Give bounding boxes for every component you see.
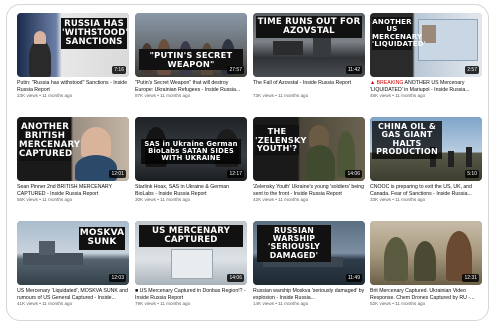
thumbnail-caption: TIME RUNS OUT FOR AZOVSTAL <box>256 16 362 39</box>
video-meta: 52K views • 11 months ago <box>370 301 426 306</box>
video-thumbnail[interactable]: RUSSIAN WARSHIP 'SERIOUSLY DAMAGED' 11:4… <box>253 221 365 285</box>
video-grid: RUSSIA HAS 'WITHSTOOD' SANCTIONS 7:16 Pu… <box>6 4 489 321</box>
video-title[interactable]: "Putin's Secret Weapon" that will destro… <box>135 80 247 93</box>
video-title[interactable]: Sean Pinner 2nd BRITISH MERCENARY CAPTUR… <box>17 184 129 197</box>
video-card[interactable]: RUSSIAN WARSHIP 'SERIOUSLY DAMAGED' 11:4… <box>253 221 365 307</box>
video-title[interactable]: ▲ BREAKING ANOTHER US Mercenary 'LIQUIDA… <box>370 80 482 93</box>
video-card[interactable]: SAS in Ukraine German BioLabs SATAN SIDE… <box>135 117 247 203</box>
thumbnail-caption: CHINA OIL & GAS GIANT HALTS PRODUCTION <box>372 121 442 159</box>
video-meta: 41K views • 11 months ago <box>17 301 73 306</box>
thumbnail-caption: SAS in Ukraine German BioLabs SATAN SIDE… <box>141 139 241 165</box>
video-card[interactable]: MOSKVA SUNK 12:03 US Mercenary 'Liquidat… <box>17 221 129 307</box>
video-title[interactable]: Brit Mercenary Captured. Ukrainian Video… <box>370 288 482 301</box>
video-card[interactable]: ANOTHER BRITISH MERCENARY CAPTURED 12:01… <box>17 117 129 203</box>
thumbnail-caption: THE 'ZELENSKY YOUTH'? <box>255 125 307 155</box>
video-title[interactable]: 'Zelensky Youth' Ukraine's young 'soldie… <box>253 184 365 197</box>
thumbnail-caption: ANOTHER BRITISH MERCENARY CAPTURED <box>19 121 80 162</box>
video-meta: 55K views • 11 months ago <box>17 197 73 202</box>
video-title[interactable]: CNOOC is preparing to exit the US, UK, a… <box>370 184 482 197</box>
video-duration: 12:17 <box>227 170 244 178</box>
video-card[interactable]: TIME RUNS OUT FOR AZOVSTAL 11:42 The Fal… <box>253 13 365 99</box>
video-thumbnail[interactable]: SAS in Ukraine German BioLabs SATAN SIDE… <box>135 117 247 181</box>
video-meta: 14K views • 11 months ago <box>253 301 309 306</box>
video-card[interactable]: RUSSIA HAS 'WITHSTOOD' SANCTIONS 7:16 Pu… <box>17 13 129 99</box>
video-card[interactable]: "PUTIN'S SECRET WEAPON" 27:57 "Putin's S… <box>135 13 247 99</box>
video-meta: 73K views • 11 months ago <box>253 93 309 98</box>
video-thumbnail[interactable]: US MERCENARY CAPTURED 14:06 <box>135 221 247 285</box>
video-meta: 42K views • 11 months ago <box>253 197 309 202</box>
thumbnail-caption: ANOTHER US MERCENARY 'LIQUIDATED' <box>372 17 426 51</box>
thumbnail-caption: RUSSIA HAS 'WITHSTOOD' SANCTIONS <box>61 18 129 49</box>
thumbnail-caption: MOSKVA SUNK <box>79 227 125 250</box>
video-thumbnail[interactable]: THE 'ZELENSKY YOUTH'? 14:06 <box>253 117 365 181</box>
video-duration: 11:49 <box>345 274 362 282</box>
video-meta: 48K views • 11 months ago <box>370 93 426 98</box>
video-duration: 27:57 <box>227 66 244 74</box>
video-title[interactable]: The Fall of Azovstal - Inside Russia Rep… <box>253 80 365 93</box>
video-meta: 33K views • 11 months ago <box>370 197 426 202</box>
thumbnail-caption: RUSSIAN WARSHIP 'SERIOUSLY DAMAGED' <box>257 225 331 262</box>
video-thumbnail[interactable]: ANOTHER US MERCENARY 'LIQUIDATED' 2:57 <box>370 13 482 77</box>
video-card[interactable]: THE 'ZELENSKY YOUTH'? 14:06 'Zelensky Yo… <box>253 117 365 203</box>
video-title[interactable]: Russian warship Moskva 'seriously damage… <box>253 288 365 301</box>
video-meta: 23K views • 11 months ago <box>17 93 73 98</box>
video-thumbnail[interactable]: "PUTIN'S SECRET WEAPON" 27:57 <box>135 13 247 77</box>
video-duration: 5:10 <box>465 170 479 178</box>
video-thumbnail[interactable]: RUSSIA HAS 'WITHSTOOD' SANCTIONS 7:16 <box>17 13 129 77</box>
video-thumbnail[interactable]: CHINA OIL & GAS GIANT HALTS PRODUCTION 5… <box>370 117 482 181</box>
video-meta: 79K views • 11 months ago <box>135 301 191 306</box>
video-card[interactable]: 12:31 Brit Mercenary Captured. Ukrainian… <box>370 221 482 307</box>
video-thumbnail[interactable]: 12:31 <box>370 221 482 285</box>
video-duration: 14:06 <box>345 170 362 178</box>
breaking-badge: ▲ BREAKING <box>370 80 404 86</box>
flag-icon: ■ <box>135 288 139 294</box>
video-title[interactable]: Putin: "Russia has withstood" Sanctions … <box>17 80 129 93</box>
video-card[interactable]: CHINA OIL & GAS GIANT HALTS PRODUCTION 5… <box>370 117 482 203</box>
video-card[interactable]: US MERCENARY CAPTURED 14:06 ■ US Mercena… <box>135 221 247 307</box>
video-duration: 7:16 <box>112 66 126 74</box>
video-duration: 12:03 <box>109 274 126 282</box>
video-duration: 14:06 <box>227 274 244 282</box>
video-title[interactable]: US Mercenary 'Liquidated', MOSKVA SUNK a… <box>17 288 129 301</box>
video-title[interactable]: ■ US Mercenary Captured in Donbas Region… <box>135 288 247 301</box>
video-duration: 12:01 <box>109 170 126 178</box>
video-thumbnail[interactable]: MOSKVA SUNK 12:03 <box>17 221 129 285</box>
video-title[interactable]: Starlink Hoax, SAS in Ukraine & German B… <box>135 184 247 197</box>
video-meta: 87K views • 11 months ago <box>135 93 191 98</box>
video-thumbnail[interactable]: ANOTHER BRITISH MERCENARY CAPTURED 12:01 <box>17 117 129 181</box>
video-meta: 30K views • 11 months ago <box>135 197 191 202</box>
thumbnail-caption: US MERCENARY CAPTURED <box>139 225 243 248</box>
video-card[interactable]: ANOTHER US MERCENARY 'LIQUIDATED' 2:57 ▲… <box>370 13 482 99</box>
video-duration: 12:31 <box>462 274 479 282</box>
video-duration: 11:42 <box>345 66 362 74</box>
video-duration: 2:57 <box>465 66 479 74</box>
video-thumbnail[interactable]: TIME RUNS OUT FOR AZOVSTAL 11:42 <box>253 13 365 77</box>
